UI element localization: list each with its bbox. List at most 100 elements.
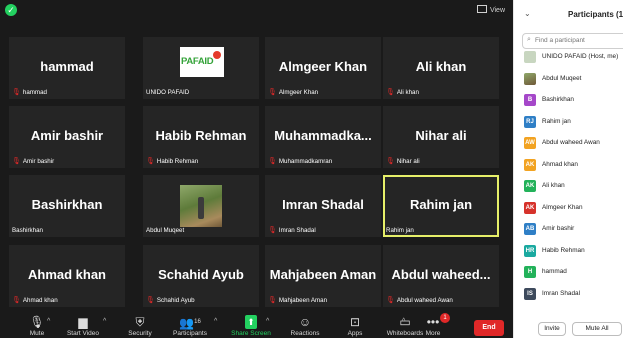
- toolbar-mute-button[interactable]: 🎙 Mute: [12, 315, 62, 338]
- video-tile[interactable]: Mahjabeen Aman 🎙 Mahjabeen Aman: [265, 245, 381, 307]
- participant-search[interactable]: ⌕: [522, 33, 623, 49]
- participant-row[interactable]: AW Abdul waheed Awan: [524, 135, 623, 151]
- meeting-area: ✓ View hammad 🎙 hammad PAFAID UNIDO PAFAID Al…: [0, 0, 513, 338]
- apps-icon: ⊡: [349, 315, 361, 329]
- chevron-up-icon[interactable]: ^: [402, 318, 405, 325]
- profile-photo: [180, 185, 222, 227]
- avatar: RJ: [524, 115, 536, 128]
- participant-name: UNIDO PAFAID (Host, me): [542, 53, 619, 60]
- toolbar-participants-button[interactable]: 👥16 Participants: [165, 315, 215, 338]
- chevron-up-icon[interactable]: ^: [214, 318, 217, 325]
- participant-row[interactable]: RJ Rahim jan: [524, 114, 623, 130]
- participant-row[interactable]: B Bashirkhan: [524, 92, 623, 108]
- tile-label-text: Muhammadkamran: [278, 158, 333, 165]
- person-figure-icon: [198, 197, 204, 219]
- muted-microphone-icon: 🎙: [146, 158, 155, 165]
- chevron-up-icon[interactable]: ^: [47, 318, 50, 325]
- toolbar-label: Share Screen: [231, 330, 271, 337]
- participant-search-input[interactable]: [535, 35, 623, 46]
- muted-microphone-icon: 🎙: [146, 297, 155, 304]
- tile-display-name: Habib Rehman: [155, 128, 247, 143]
- muted-microphone-icon: 🎙: [268, 227, 277, 234]
- toolbar-security-button[interactable]: ⛨ Security: [115, 315, 165, 338]
- chevron-up-icon[interactable]: ^: [103, 318, 106, 325]
- participant-row[interactable]: AK Almgeer Khan: [524, 200, 623, 216]
- participant-name: Almgeer Khan: [542, 203, 583, 211]
- video-tile[interactable]: Nihar ali 🎙 Nihar ali: [383, 106, 499, 168]
- avatar: AW: [524, 137, 536, 149]
- meeting-toolbar: End 🎙 Mute ▆ Start Video ⛨ Security 👥16 Partici…: [0, 312, 513, 338]
- video-tile[interactable]: Muhammadka... 🎙 Muhammadkamran: [265, 106, 381, 168]
- video-tile[interactable]: Almgeer Khan 🎙 Almgeer Khan: [265, 37, 381, 99]
- toolbar-reactions-button[interactable]: ☺ Reactions: [280, 315, 330, 338]
- participant-row[interactable]: AK Ahmad khan: [524, 157, 623, 173]
- muted-microphone-icon: 🎙: [386, 158, 395, 165]
- muted-microphone-icon: 🎙: [386, 89, 395, 96]
- tile-display-name: Ahmad khan: [27, 267, 106, 282]
- participant-name: Imran Shadal: [542, 289, 581, 297]
- tile-name-label: UNIDO PAFAID: [146, 89, 189, 96]
- toolbar-label: Start Video: [66, 330, 100, 337]
- tile-label-text: Habib Rehman: [156, 158, 199, 165]
- video-tile[interactable]: Habib Rehman 🎙 Habib Rehman: [143, 106, 259, 168]
- avatar: [524, 51, 536, 63]
- participant-row[interactable]: HR Habib Rehman: [524, 243, 623, 259]
- video-tile[interactable]: hammad 🎙 hammad: [9, 37, 125, 99]
- view-label: View: [489, 7, 505, 14]
- toolbar-label: More: [425, 330, 441, 337]
- tile-label-text: Imran Shadal: [278, 227, 316, 234]
- tile-label-text: Ahmad khan: [22, 297, 58, 304]
- video-tile[interactable]: Ali khan 🎙 Ali khan: [383, 37, 499, 99]
- tile-label-text: Almgeer Khan: [278, 89, 319, 96]
- tile-name-label: Abdul Muqeet: [146, 227, 184, 234]
- tile-label-text: Nihar ali: [396, 158, 420, 165]
- tile-name-label: 🎙 hammad: [12, 88, 47, 96]
- video-tile[interactable]: Abdul waheed... 🎙 Abdul waheed Awan: [383, 245, 499, 307]
- participants-title: Participants (16): [568, 10, 623, 19]
- chevron-up-icon[interactable]: ^: [266, 318, 269, 325]
- tile-label-text: Bashirkhan: [12, 227, 43, 234]
- avatar: [524, 72, 536, 85]
- video-tile[interactable]: Amir bashir 🎙 Amir bashir: [9, 106, 125, 168]
- encryption-shield-icon[interactable]: ✓: [5, 4, 17, 16]
- video-tile[interactable]: Ahmad khan 🎙 Ahmad khan: [9, 245, 125, 307]
- tile-display-name: Mahjabeen Aman: [269, 267, 377, 282]
- tile-name-label: 🎙 Habib Rehman: [146, 157, 198, 165]
- participant-name: Bashirkhan: [542, 96, 574, 103]
- participant-row[interactable]: AK Ali khan: [524, 178, 623, 194]
- collapse-panel-icon[interactable]: ⌄: [524, 9, 531, 18]
- video-tile[interactable]: Abdul Muqeet: [143, 175, 259, 237]
- video-tile[interactable]: Rahim jan Rahim jan: [383, 175, 499, 237]
- video-tile[interactable]: Bashirkhan Bashirkhan: [9, 175, 125, 237]
- toolbar-label: Reactions: [290, 330, 320, 337]
- mute-all-button[interactable]: Mute All: [572, 322, 622, 336]
- participant-row[interactable]: IS Imran Shadal: [524, 286, 623, 302]
- logo-text: PAFAID: [181, 56, 214, 67]
- grid-view-icon: [476, 5, 487, 13]
- reactions-icon: ☺: [298, 315, 312, 329]
- end-meeting-button[interactable]: End: [474, 320, 504, 336]
- tile-display-name: Imran Shadal: [282, 197, 364, 212]
- avatar: B: [524, 94, 536, 106]
- muted-microphone-icon: 🎙: [268, 297, 277, 304]
- tile-display-name: Bashirkhan: [31, 197, 103, 212]
- participants-panel-footer: Invite Mute All: [514, 318, 623, 338]
- tile-name-label: 🎙 Mahjabeen Aman: [268, 296, 327, 304]
- video-tile[interactable]: Imran Shadal 🎙 Imran Shadal: [265, 175, 381, 237]
- participant-row[interactable]: Hhammad: [524, 264, 623, 280]
- muted-microphone-icon: 🎙: [12, 297, 21, 304]
- participant-row[interactable]: Abdul Muqeet: [524, 71, 623, 87]
- tile-name-label: 🎙 Imran Shadal: [268, 226, 316, 234]
- toolbar-more-button[interactable]: ••• 1 More: [408, 313, 458, 338]
- invite-button[interactable]: Invite: [538, 322, 566, 336]
- view-button[interactable]: View: [476, 5, 505, 14]
- video-tile[interactable]: Schahid Ayub 🎙 Schahid Ayub: [143, 245, 259, 307]
- participant-row[interactable]: UNIDO PAFAID (Host, me): [524, 49, 623, 65]
- participant-row[interactable]: AB Amir bashir: [524, 221, 623, 237]
- tile-display-name: Ali khan: [415, 59, 467, 74]
- avatar: AB: [524, 223, 536, 235]
- tile-display-name: Abdul waheed...: [391, 267, 491, 282]
- toolbar-start-video-button[interactable]: ▆ Start Video: [58, 315, 108, 338]
- toolbar-apps-button[interactable]: ⊡ Apps: [330, 315, 380, 338]
- video-tile[interactable]: PAFAID UNIDO PAFAID: [143, 37, 259, 99]
